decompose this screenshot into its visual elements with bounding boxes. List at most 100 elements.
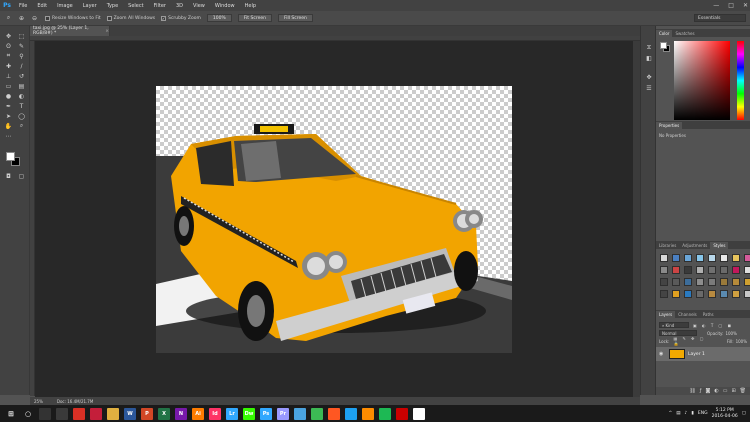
- style-swatch[interactable]: [708, 266, 716, 274]
- zoom-in-icon[interactable]: ⊕: [17, 14, 26, 23]
- vertical-scrollbar[interactable]: [633, 41, 640, 397]
- blur-tool-icon[interactable]: ●: [3, 92, 14, 100]
- layer-row[interactable]: ◉ Layer 1: [656, 347, 750, 361]
- taskbar-app-icon[interactable]: Pr: [277, 407, 289, 420]
- zoom-tool-icon[interactable]: ⌕: [16, 122, 27, 130]
- windows-start-icon[interactable]: ⊞: [5, 408, 17, 420]
- lock-icons[interactable]: ▦ ✎ ✥ ▢ 🔒: [673, 336, 714, 346]
- tab-properties[interactable]: Properties: [656, 122, 683, 129]
- group-icon[interactable]: ▭: [723, 388, 728, 394]
- layer-kind-filter[interactable]: ⌕ Kind: [659, 322, 689, 328]
- stamp-tool-icon[interactable]: ⊥: [3, 72, 14, 80]
- taskbar-app-icon[interactable]: [345, 407, 357, 420]
- taskbar-app-icon[interactable]: [56, 407, 68, 420]
- taskbar-app-icon[interactable]: [90, 407, 102, 420]
- style-swatch[interactable]: [660, 278, 668, 286]
- style-swatch[interactable]: [696, 290, 704, 298]
- style-swatch[interactable]: [696, 254, 704, 262]
- tab-paths[interactable]: Paths: [700, 311, 717, 318]
- battery-icon[interactable]: ▮: [691, 411, 693, 416]
- zoom-level[interactable]: 25%: [34, 399, 43, 404]
- style-swatch[interactable]: [732, 290, 740, 298]
- style-swatch[interactable]: [672, 266, 680, 274]
- properties-panel-icon[interactable]: ◧: [641, 53, 657, 64]
- menu-item-view[interactable]: View: [188, 3, 210, 9]
- scrubby-zoom-checkbox[interactable]: ✓ Scrubby Zoom: [161, 15, 201, 21]
- keyboard-language[interactable]: ENG: [698, 411, 708, 416]
- mask-icon[interactable]: ◙: [705, 388, 710, 394]
- style-swatch[interactable]: [684, 278, 692, 286]
- style-swatch[interactable]: [720, 290, 728, 298]
- marquee-tool-icon[interactable]: ⬚: [16, 32, 27, 40]
- crop-tool-icon[interactable]: ⌗: [3, 52, 14, 60]
- tab-swatches[interactable]: Swatches: [672, 30, 697, 37]
- style-swatch[interactable]: [660, 290, 668, 298]
- eraser-tool-icon[interactable]: ▭: [3, 82, 14, 90]
- menu-item-file[interactable]: File: [14, 3, 32, 9]
- taskbar-app-icon[interactable]: W: [124, 407, 136, 420]
- workspace-select[interactable]: Essentials: [694, 14, 746, 22]
- style-swatch[interactable]: [732, 254, 740, 262]
- taskbar-app-icon[interactable]: X: [158, 407, 170, 420]
- fx-icon[interactable]: ƒ: [700, 388, 702, 394]
- style-swatch[interactable]: [696, 278, 704, 286]
- resize-windows-checkbox[interactable]: Resize Windows to Fit: [45, 15, 101, 21]
- style-swatch[interactable]: [732, 278, 740, 286]
- style-swatch[interactable]: [684, 266, 692, 274]
- menu-item-filter[interactable]: Filter: [149, 3, 171, 9]
- style-swatch[interactable]: [744, 254, 750, 262]
- maximize-button[interactable]: □: [728, 2, 734, 9]
- chevron-up-icon[interactable]: ^: [668, 411, 672, 416]
- menu-item-select[interactable]: Select: [123, 3, 148, 9]
- quick-mask-icon[interactable]: ◘: [3, 172, 14, 180]
- style-swatch[interactable]: [708, 254, 716, 262]
- filter-icons[interactable]: ▣ ◐ T ▢ ◼: [693, 323, 733, 328]
- taskbar-app-icon[interactable]: Ai: [192, 407, 204, 420]
- adjustments-panel-icon[interactable]: ✥: [641, 72, 657, 83]
- style-swatch[interactable]: [708, 290, 716, 298]
- taskbar-app-icon[interactable]: Lr: [226, 407, 238, 420]
- style-swatch[interactable]: [720, 254, 728, 262]
- taskbar-app-icon[interactable]: [294, 407, 306, 420]
- history-panel-icon[interactable]: ⧖: [641, 42, 657, 53]
- fit-screen-button[interactable]: Fit Screen: [237, 14, 272, 22]
- close-button[interactable]: ✕: [743, 2, 748, 9]
- history-brush-tool-icon[interactable]: ↺: [16, 72, 27, 80]
- clock[interactable]: 5:12 PM 2016-04-06: [712, 408, 738, 420]
- taskbar-app-icon[interactable]: [379, 407, 391, 420]
- type-tool-icon[interactable]: T: [16, 102, 27, 110]
- new-layer-icon[interactable]: ⊞: [731, 388, 735, 394]
- fill-value[interactable]: 100%: [736, 339, 747, 344]
- fill-screen-button[interactable]: Fill Screen: [277, 14, 313, 22]
- taskbar-app-icon[interactable]: [107, 407, 119, 420]
- pen-tool-icon[interactable]: ✒: [3, 102, 14, 110]
- dodge-tool-icon[interactable]: ◐: [16, 92, 27, 100]
- tab-libraries[interactable]: Libraries: [656, 242, 679, 249]
- tab-channels[interactable]: Channels: [675, 311, 700, 318]
- minimize-button[interactable]: —: [713, 2, 719, 9]
- style-swatch[interactable]: [672, 278, 680, 286]
- style-swatch[interactable]: [672, 290, 680, 298]
- zoom-all-checkbox[interactable]: Zoom All Windows: [106, 15, 155, 21]
- quick-select-tool-icon[interactable]: ✎: [16, 42, 27, 50]
- search-icon[interactable]: ○: [22, 408, 34, 420]
- taskbar-app-icon[interactable]: Ps: [260, 407, 272, 420]
- layer-name[interactable]: Layer 1: [688, 352, 705, 357]
- taskbar-app-icon[interactable]: N: [175, 407, 187, 420]
- hand-tool-icon[interactable]: ✋: [3, 122, 14, 130]
- notifications-icon[interactable]: ▢: [742, 411, 746, 416]
- eyedropper-tool-icon[interactable]: ⚲: [16, 52, 27, 60]
- network-icon[interactable]: ▤: [676, 411, 680, 416]
- trash-icon[interactable]: 🗑: [740, 388, 746, 394]
- taskbar-app-icon[interactable]: [39, 407, 51, 420]
- style-swatch[interactable]: [660, 266, 668, 274]
- opacity-value[interactable]: 100%: [725, 331, 736, 336]
- style-swatch[interactable]: [672, 254, 680, 262]
- link-layers-icon[interactable]: ⛓: [689, 388, 695, 394]
- doc-info[interactable]: Doc: 16.4M/21.7M: [57, 399, 93, 404]
- screen-mode-icon[interactable]: ▢: [16, 172, 27, 180]
- eye-icon[interactable]: ◉: [659, 351, 665, 357]
- zoom-100-button[interactable]: 100%: [206, 14, 232, 22]
- style-swatch[interactable]: [684, 290, 692, 298]
- close-document-icon[interactable]: ×: [105, 29, 109, 34]
